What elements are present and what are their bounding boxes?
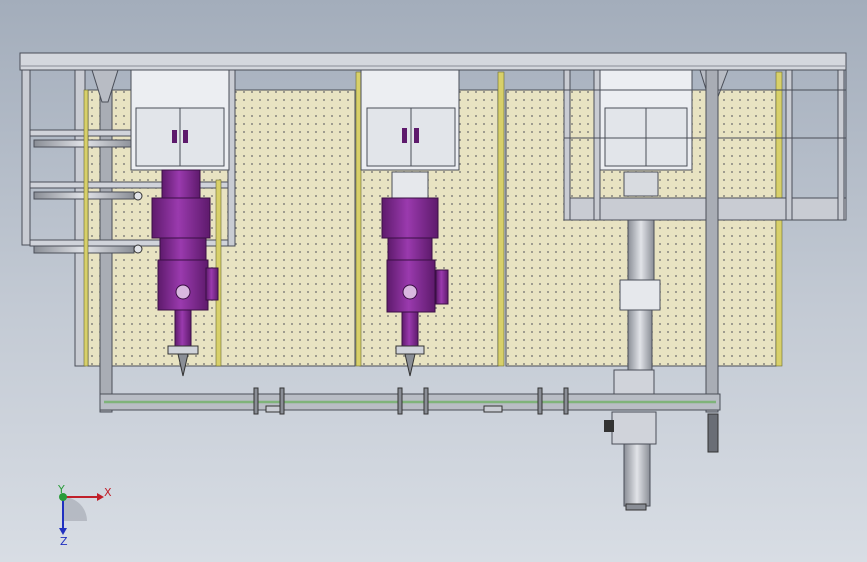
- axis-y-label: Y: [58, 483, 65, 496]
- cabinet-icon[interactable]: [130, 69, 693, 171]
- axis-z-label: Z: [60, 535, 68, 548]
- top-beam[interactable]: [19, 52, 847, 71]
- axis-triad-icon: [59, 493, 104, 535]
- cad-viewport[interactable]: X Y Z: [0, 0, 867, 562]
- lower-slide[interactable]: [604, 411, 719, 511]
- right-column[interactable]: [705, 69, 719, 413]
- machine-drawing[interactable]: [0, 0, 867, 562]
- axis-x-label: X: [104, 486, 112, 499]
